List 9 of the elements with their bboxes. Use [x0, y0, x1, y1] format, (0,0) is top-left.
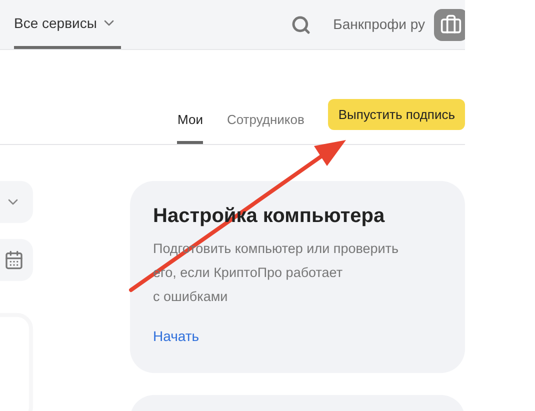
calendar-icon — [4, 250, 24, 270]
account-name[interactable]: Банкпрофи ру — [333, 14, 425, 35]
search-icon[interactable] — [291, 14, 312, 34]
services-menu[interactable]: Все сервисы — [14, 0, 121, 49]
avatar-icon[interactable] — [434, 8, 465, 40]
issue-signature-button[interactable]: Выпустить подпись — [328, 99, 465, 130]
start-link[interactable]: Начать — [153, 326, 442, 347]
tab[interactable]: Мои — [177, 99, 203, 144]
tab[interactable]: Сотрудников — [226, 99, 304, 144]
